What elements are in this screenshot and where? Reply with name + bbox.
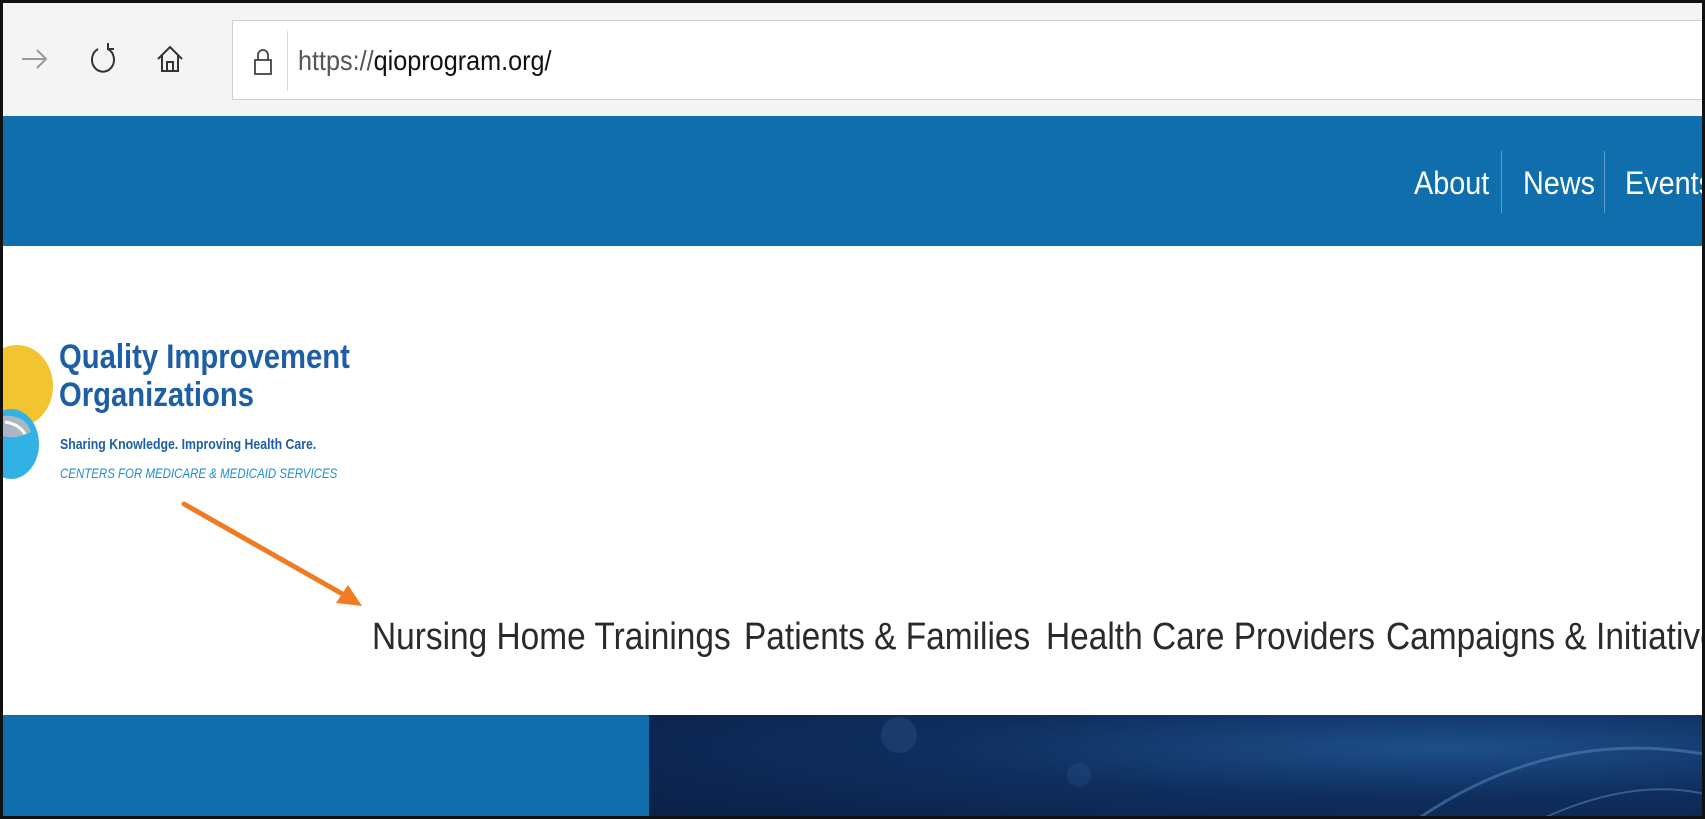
browser-window: https://qioprogram.org/ About News Event…: [0, 0, 1705, 819]
url-host: qioprogram.org/: [373, 45, 552, 76]
top-nav-news[interactable]: News: [1523, 163, 1595, 203]
hero-decoration: [881, 717, 1702, 816]
hero-image: [649, 715, 1702, 816]
top-nav-bar: About News Events: [3, 116, 1702, 246]
logo-title: Quality Improvement Organizations: [59, 338, 350, 414]
main-nav-nursing-home-trainings[interactable]: Nursing Home Trainings: [372, 615, 731, 659]
lock-icon: [248, 43, 278, 81]
top-nav-divider: [1501, 151, 1502, 213]
arrow-right-icon: [22, 49, 48, 69]
browser-toolbar: https://qioprogram.org/: [3, 3, 1702, 116]
url-scheme: https://: [298, 45, 374, 76]
site-logo[interactable]: Quality Improvement Organizations Sharin…: [3, 338, 350, 498]
address-bar[interactable]: https://qioprogram.org/: [232, 20, 1702, 100]
logo-title-line1: Quality Improvement: [59, 338, 350, 376]
main-nav-health-care-providers[interactable]: Health Care Providers: [1046, 615, 1375, 659]
forward-button[interactable]: [13, 37, 57, 81]
logo-subtitle: CENTERS FOR MEDICARE & MEDICAID SERVICES: [60, 465, 338, 481]
url-text[interactable]: https://qioprogram.org/: [298, 43, 552, 79]
hero-panel: [3, 715, 649, 816]
address-divider: [287, 31, 288, 91]
top-nav-about[interactable]: About: [1414, 163, 1489, 203]
logo-tagline: Sharing Knowledge. Improving Health Care…: [60, 436, 317, 453]
logo-title-line2: Organizations: [59, 376, 254, 414]
home-icon: [157, 45, 183, 72]
refresh-icon: [91, 43, 115, 73]
refresh-button[interactable]: [81, 37, 125, 81]
top-nav-divider: [1604, 151, 1605, 213]
main-nav-campaigns-initiatives[interactable]: Campaigns & Initiatives: [1386, 615, 1702, 659]
annotation-arrow: [181, 501, 362, 606]
main-nav-patients-families[interactable]: Patients & Families: [744, 615, 1030, 659]
home-button[interactable]: [148, 37, 192, 81]
top-nav-events[interactable]: Events: [1625, 163, 1702, 203]
logo-emblem: [3, 345, 53, 479]
